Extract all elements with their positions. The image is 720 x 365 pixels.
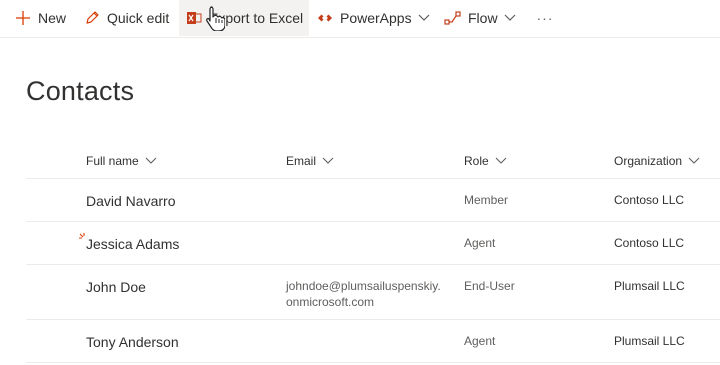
- table-row[interactable]: Tony Anderson Agent Plumsail LLC: [26, 320, 720, 363]
- command-bar: New Quick edit Export to Excel PowerApps: [0, 0, 720, 38]
- column-header-full-name[interactable]: Full name: [86, 154, 157, 168]
- flow-label: Flow: [468, 10, 498, 26]
- excel-icon: [185, 9, 203, 27]
- role-cell: Agent: [464, 236, 496, 250]
- table-row[interactable]: David Navarro Member Contoso LLC: [26, 179, 720, 222]
- column-label: Organization: [614, 154, 683, 168]
- powerapps-icon: [316, 9, 334, 27]
- chevron-down-icon: [504, 14, 516, 22]
- full-name-cell[interactable]: Jessica Adams: [86, 236, 179, 252]
- column-label: Role: [464, 154, 489, 168]
- column-label: Email: [286, 154, 317, 168]
- full-name-cell[interactable]: Tony Anderson: [86, 334, 179, 350]
- chevron-down-icon: [495, 157, 507, 165]
- more-options-button[interactable]: ···: [534, 0, 556, 36]
- ellipsis-icon: ···: [536, 10, 554, 26]
- table-row[interactable]: John Doe johndoe@plumsailuspenskiy. onmi…: [26, 265, 720, 320]
- email-line: onmicrosoft.com: [286, 295, 375, 309]
- new-button[interactable]: New: [14, 0, 66, 36]
- email-cell: johndoe@plumsailuspenskiy. onmicrosoft.c…: [286, 278, 441, 310]
- column-header-organization[interactable]: Organization: [614, 154, 700, 168]
- chevron-down-icon: [688, 157, 700, 165]
- full-name-cell[interactable]: John Doe: [86, 279, 146, 295]
- chevron-down-icon: [418, 14, 430, 22]
- role-cell: Member: [464, 193, 509, 207]
- quick-edit-label: Quick edit: [107, 10, 170, 26]
- column-header-role[interactable]: Role: [464, 154, 507, 168]
- flow-icon: [444, 9, 462, 27]
- role-cell: Agent: [464, 334, 496, 348]
- powerapps-menu[interactable]: PowerApps: [316, 0, 430, 36]
- organization-cell: Plumsail LLC: [614, 279, 685, 293]
- pencil-icon: [83, 9, 101, 27]
- column-header-email[interactable]: Email: [286, 154, 334, 168]
- email-line: johndoe@plumsailuspenskiy.: [286, 279, 441, 293]
- chevron-down-icon: [322, 157, 334, 165]
- organization-cell: Contoso LLC: [614, 193, 685, 207]
- quick-edit-button[interactable]: Quick edit: [83, 0, 169, 36]
- new-label: New: [38, 10, 67, 26]
- full-name-cell[interactable]: David Navarro: [86, 193, 175, 209]
- page-title: Contacts: [26, 76, 135, 106]
- flow-menu[interactable]: Flow: [444, 0, 516, 36]
- table-row[interactable]: Jessica Adams Agent Contoso LLC: [26, 222, 720, 265]
- powerapps-label: PowerApps: [340, 10, 412, 26]
- organization-cell: Plumsail LLC: [614, 334, 685, 348]
- plus-icon: [14, 9, 32, 27]
- list-header: Full name Email Role Organization: [26, 142, 720, 179]
- export-to-excel-button[interactable]: Export to Excel: [179, 0, 309, 36]
- column-label: Full name: [86, 154, 139, 168]
- organization-cell: Contoso LLC: [614, 236, 685, 250]
- contacts-list: Full name Email Role Organization David …: [26, 142, 720, 363]
- role-cell: End-User: [464, 279, 515, 293]
- hand-cursor-icon: [205, 5, 226, 36]
- chevron-down-icon: [145, 157, 157, 165]
